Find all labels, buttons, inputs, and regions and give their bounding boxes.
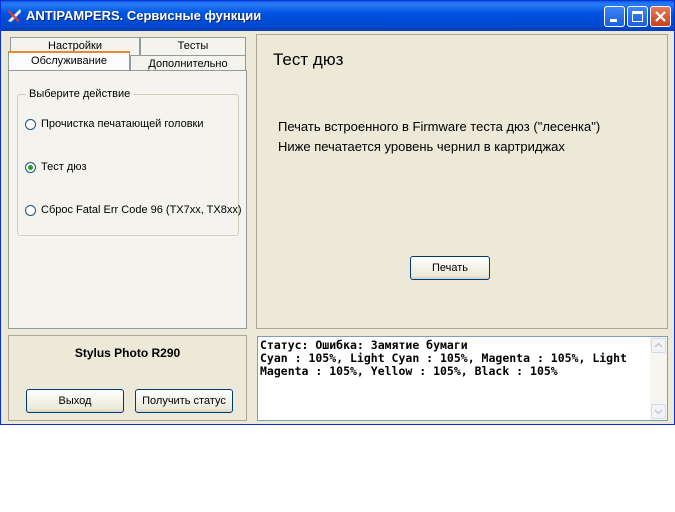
status-textbox[interactable]: Статус: Ошибка: Замятие бумаги Cyan : 10… xyxy=(257,336,668,421)
maximize-button[interactable] xyxy=(627,6,648,27)
close-button[interactable] xyxy=(650,6,671,27)
chevron-up-icon xyxy=(654,342,663,348)
radio-label: Тест дюз xyxy=(41,161,87,174)
radio-circle-checked[interactable] xyxy=(25,161,36,173)
radio-label: Прочистка печатающей головки xyxy=(41,118,204,131)
status-text: Статус: Ошибка: Замятие бумаги Cyan : 10… xyxy=(260,338,627,378)
print-button[interactable]: Печать xyxy=(410,256,490,280)
action-group-legend: Выберите действие xyxy=(26,88,134,100)
content-panel xyxy=(256,34,668,329)
title-bar[interactable]: ANTIPAMPERS. Сервисные функции xyxy=(1,1,674,31)
description-line-2: Ниже печатается уровень чернил в картрид… xyxy=(278,139,565,154)
scroll-down-button[interactable] xyxy=(651,404,666,419)
printer-model: Stylus Photo R290 xyxy=(74,346,181,360)
radio-label: Сброс Fatal Err Code 96 (TX7xx, TX8xx) xyxy=(41,204,242,217)
get-status-button[interactable]: Получить статус xyxy=(135,389,233,413)
app-icon xyxy=(8,9,21,22)
radio-reset-fatal-error[interactable]: Сброс Fatal Err Code 96 (TX7xx, TX8xx) xyxy=(25,204,242,218)
tab-tests[interactable]: Тесты xyxy=(140,37,246,55)
exit-button[interactable]: Выход xyxy=(26,389,124,413)
minimize-button[interactable] xyxy=(604,6,625,27)
description-line-1: Печать встроенного в Firmware теста дюз … xyxy=(278,119,601,134)
scroll-up-button[interactable] xyxy=(651,338,666,353)
window-title: ANTIPAMPERS. Сервисные функции xyxy=(26,8,262,23)
tab-maintenance[interactable]: Обслуживание xyxy=(8,51,130,71)
close-icon xyxy=(655,11,666,22)
radio-nozzle-test[interactable]: Тест дюз xyxy=(25,161,87,175)
chevron-down-icon xyxy=(654,409,663,415)
status-scrollbar[interactable] xyxy=(650,337,667,420)
radio-circle[interactable] xyxy=(25,204,36,216)
radio-clean-head[interactable]: Прочистка печатающей головки xyxy=(25,118,204,132)
maximize-icon xyxy=(632,11,643,22)
radio-circle[interactable] xyxy=(25,118,36,130)
page-title: Тест дюз xyxy=(273,50,344,69)
minimize-icon xyxy=(610,19,617,22)
